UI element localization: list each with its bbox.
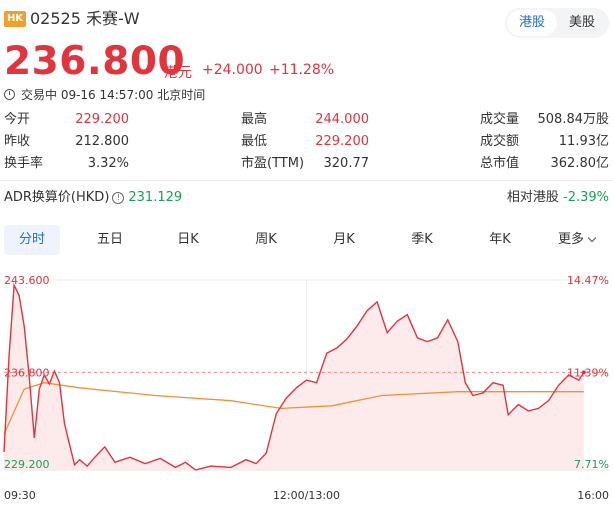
tab-hk-market[interactable]: 港股 xyxy=(507,10,557,36)
tab-daily-k[interactable]: 日K xyxy=(160,225,216,255)
stat-value: 3.32% xyxy=(87,156,129,171)
stat-label: 成交量 xyxy=(480,112,520,127)
tab-more-label: 更多 xyxy=(557,232,584,247)
stat-turnover: 成交额 11.93亿 xyxy=(480,132,609,152)
price-change-pct: +11.28% xyxy=(269,62,335,78)
stat-pe: 市盈(TTM) 320.77 xyxy=(241,154,369,174)
stat-value: 362.80亿 xyxy=(550,156,610,171)
stat-open: 今开 229.200 xyxy=(4,110,129,130)
trade-status-text: 交易中 09-16 14:57:00 北京时间 xyxy=(21,88,206,102)
adr-relative-label: 相对港股 xyxy=(506,190,559,205)
trade-status: 交易中 09-16 14:57:00 北京时间 xyxy=(4,86,205,103)
tab-yearly-k[interactable]: 年K xyxy=(472,225,528,255)
stat-volume: 成交量 508.84万股 xyxy=(480,110,609,130)
tab-five-day[interactable]: 五日 xyxy=(82,225,138,255)
y-tick-label-left: 243.600 xyxy=(4,274,50,287)
adr-relative: 相对港股 -2.39% xyxy=(507,188,609,208)
currency-unit: 港元 xyxy=(164,65,192,81)
market-switch: 港股 美股 xyxy=(505,8,609,38)
stat-label: 最高 xyxy=(241,112,268,127)
stat-high: 最高 244.000 xyxy=(241,110,369,130)
stat-label: 成交额 xyxy=(480,134,520,149)
stat-label: 市盈(TTM) xyxy=(241,156,305,171)
adr-relative-value: -2.39% xyxy=(563,190,609,205)
stat-prev-close: 昨收 212.800 xyxy=(4,132,129,152)
stat-value: 508.84万股 xyxy=(537,112,610,127)
adr-label: ADR换算价(HKD) xyxy=(4,190,110,205)
y-tick-label-right: 14.47% xyxy=(567,274,609,287)
divider xyxy=(0,180,613,181)
y-tick-label-left: 229.200 xyxy=(4,458,50,471)
stat-value: 229.200 xyxy=(75,112,129,127)
tab-monthly-k[interactable]: 月K xyxy=(316,225,372,255)
stat-value: 11.93亿 xyxy=(558,134,609,149)
y-tick-label-right: 7.71% xyxy=(574,458,609,471)
stat-turnover-rate: 换手率 3.32% xyxy=(4,154,129,174)
clock-icon xyxy=(4,89,15,100)
stock-name: 02525 禾赛-W xyxy=(30,9,140,28)
tab-quarterly-k[interactable]: 季K xyxy=(394,225,450,255)
chevron-down-icon xyxy=(587,233,597,243)
x-tick-label: 16:00 xyxy=(577,489,609,502)
adr-price: ADR换算价(HKD) ! 231.129 xyxy=(4,188,182,208)
x-tick-label: 09:30 xyxy=(4,489,36,502)
tab-more[interactable]: 更多 xyxy=(544,225,609,255)
market-badge: HK xyxy=(4,11,26,27)
info-icon[interactable]: ! xyxy=(112,192,125,204)
adr-row: ADR换算价(HKD) ! 231.129 相对港股 -2.39% xyxy=(4,188,609,208)
price-row: 236.800 港元 +24.000 +11.28% xyxy=(4,39,334,84)
price-area xyxy=(4,285,584,470)
stat-label: 最低 xyxy=(241,134,268,149)
y-tick-label-left: 236.800 xyxy=(4,366,50,379)
stat-label: 总市值 xyxy=(480,156,520,171)
adr-value: 231.129 xyxy=(128,190,183,205)
tab-weekly-k[interactable]: 周K xyxy=(238,225,294,255)
stat-label: 昨收 xyxy=(4,134,31,149)
stat-low: 最低 229.200 xyxy=(241,132,369,152)
stat-label: 今开 xyxy=(4,112,31,127)
price-change: +24.000 xyxy=(202,62,263,78)
stat-value: 229.200 xyxy=(315,134,369,149)
header: HK 02525 禾赛-W 港股 美股 xyxy=(4,8,609,38)
x-tick-label: 12:00/13:00 xyxy=(273,489,340,502)
period-tabs: 分时 五日 日K 周K 月K 季K 年K 更多 xyxy=(4,225,609,255)
stat-label: 换手率 xyxy=(4,156,44,171)
tab-us-market[interactable]: 美股 xyxy=(557,10,607,36)
stat-market-cap: 总市值 362.80亿 xyxy=(480,154,609,174)
stat-value: 320.77 xyxy=(323,156,370,171)
stat-value: 212.800 xyxy=(75,134,129,149)
current-price: 236.800 xyxy=(4,39,186,84)
y-tick-label-right: 11.39% xyxy=(567,366,609,379)
stat-value: 244.000 xyxy=(315,112,369,127)
intraday-chart[interactable]: 243.600 236.800 229.200 14.47% 11.39% 7.71% 09… xyxy=(0,270,613,510)
tab-intraday[interactable]: 分时 xyxy=(4,225,60,255)
